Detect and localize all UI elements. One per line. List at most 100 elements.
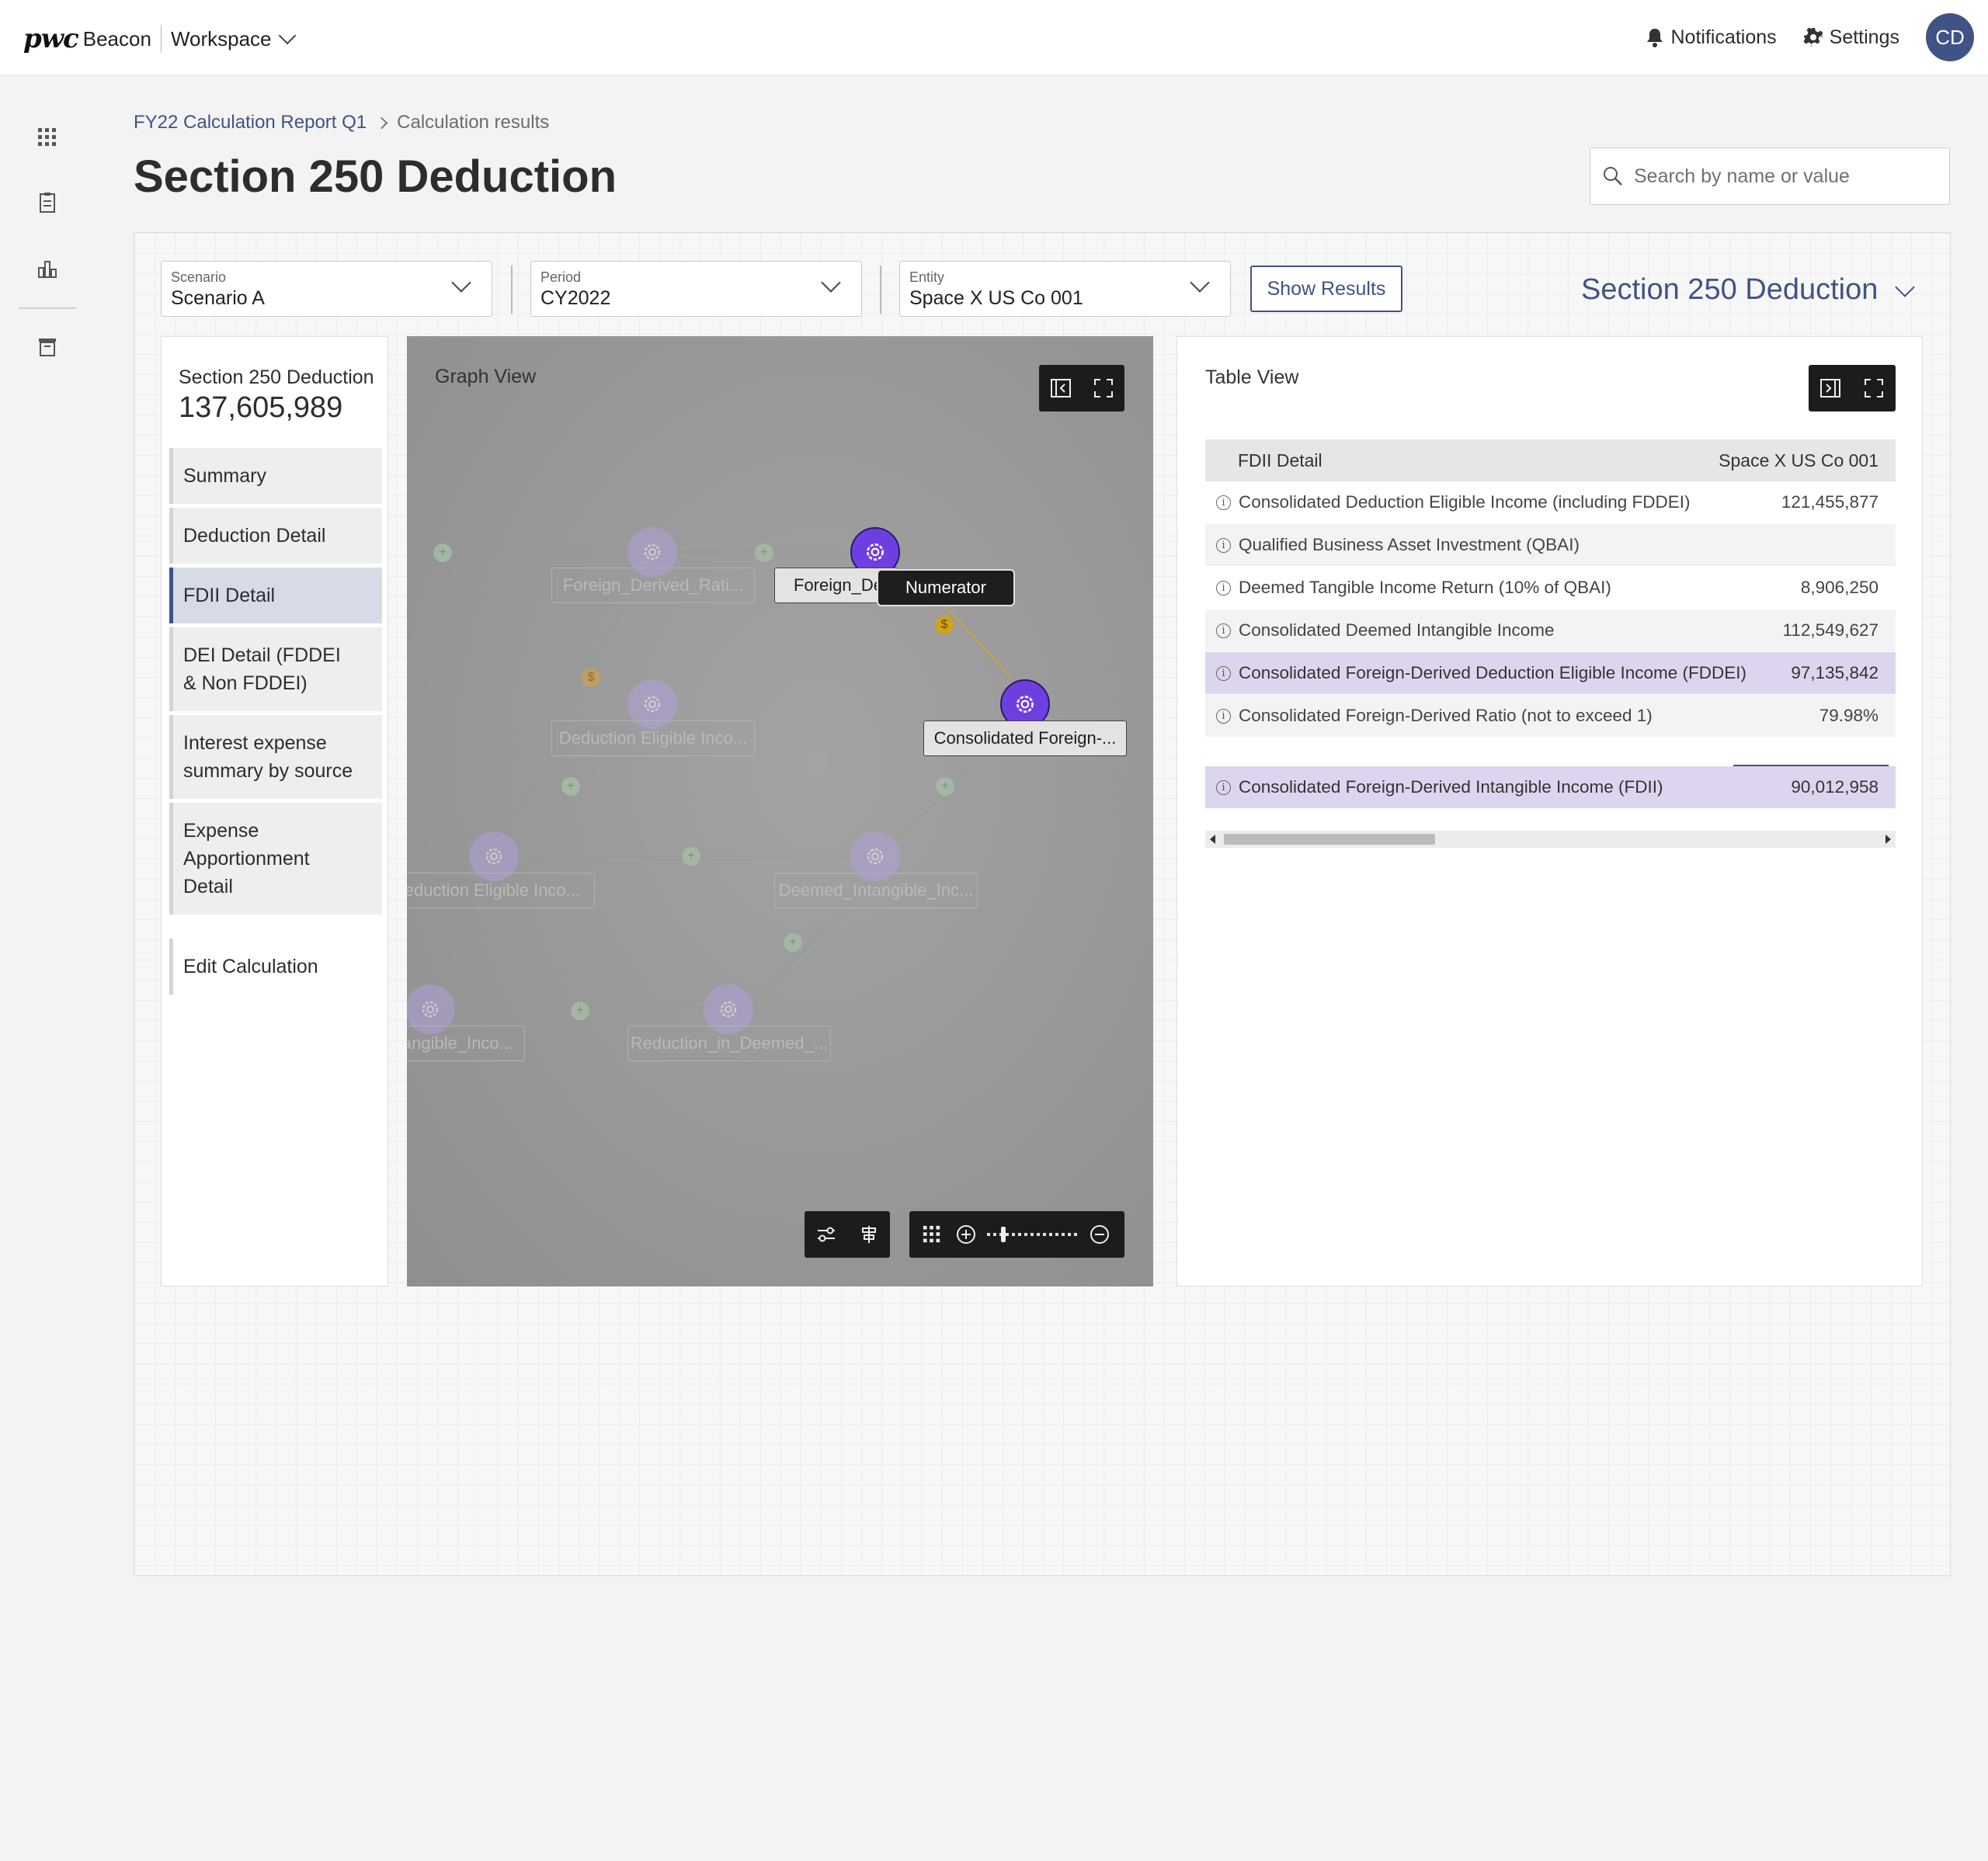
gear-icon <box>1803 27 1823 47</box>
graph-connector[interactable]: + <box>433 543 452 562</box>
graph-view-title: Graph View <box>435 366 537 387</box>
info-icon[interactable]: i <box>1216 708 1231 724</box>
collapse-panel-icon[interactable] <box>1817 375 1844 401</box>
table-row[interactable]: i Consolidated Deemed Intangible Income 1… <box>1205 609 1896 651</box>
table-header-entity: Space X US Co 001 <box>1719 450 1879 470</box>
collapse-panel-icon[interactable] <box>1048 375 1074 401</box>
graph-node-label[interactable]: Reduction_in_Deemed_... <box>627 1026 831 1061</box>
zoom-out-icon[interactable] <box>1086 1221 1113 1248</box>
gear-icon <box>867 848 884 865</box>
nav-item-expense-apportionment[interactable]: Expense Apportionment Detail <box>169 803 382 915</box>
breadcrumb-parent[interactable]: FY22 Calculation Report Q1 <box>134 112 367 134</box>
graph-connector[interactable]: + <box>936 777 954 796</box>
table-row[interactable]: i Qualified Business Asset Investment (QB… <box>1205 524 1896 566</box>
row-label: Consolidated Foreign-Derived Intangible … <box>1239 777 1663 797</box>
info-icon[interactable]: i <box>1216 665 1231 681</box>
row-label: Consolidated Deduction Eligible Income (… <box>1239 492 1691 512</box>
graph-node-label[interactable]: Foreign_Derived_Rati... <box>551 568 755 603</box>
table-row[interactable]: i Consolidated Deduction Eligible Income … <box>1205 481 1896 523</box>
row-value: 121,455,877 <box>1781 492 1879 512</box>
graph-node-label[interactable]: Deduction Eligible Inco... <box>407 873 595 908</box>
app-logo[interactable]: pwc Beacon Workspace <box>23 23 296 54</box>
graph-connector-numerator[interactable]: $ <box>935 616 954 634</box>
graph-node-label[interactable]: Deemed_Intangible_Inc... <box>774 873 978 908</box>
expand-icon[interactable] <box>1090 375 1117 401</box>
gear-icon <box>644 696 661 713</box>
nav-item-interest-expense[interactable]: Interest expense summary by source <box>169 715 382 799</box>
gear-icon <box>422 1001 439 1018</box>
nav-item-label: Summary <box>183 465 266 487</box>
search-box[interactable] <box>1590 148 1950 205</box>
chevron-right-icon <box>375 116 388 129</box>
period-select[interactable]: Period CY2022 <box>530 261 862 317</box>
product-name: Beacon <box>82 26 151 50</box>
graph-view-panel[interactable]: Graph View + + $ + + + + + $ Foreign_Der… <box>407 336 1153 1286</box>
scrollbar-thumb[interactable] <box>1224 834 1435 845</box>
table-view-panel: Table View FDII Detail Space X US Co 001… <box>1176 336 1923 1286</box>
nav-item-deduction-detail[interactable]: Deduction Detail <box>169 508 382 564</box>
horizontal-scrollbar[interactable] <box>1205 831 1896 848</box>
info-icon[interactable]: i <box>1216 537 1231 553</box>
filter-divider <box>511 266 513 314</box>
gear-icon <box>867 543 884 561</box>
gear-icon <box>1017 696 1034 713</box>
zoom-in-icon[interactable] <box>953 1221 979 1248</box>
info-icon[interactable]: i <box>1216 623 1231 638</box>
nav-item-fdii-detail[interactable]: FDII Detail <box>169 568 382 623</box>
table-view-title: Table View <box>1205 366 1299 388</box>
graph-connector[interactable]: + <box>784 933 802 952</box>
graph-connector[interactable]: + <box>561 777 580 796</box>
logo-divider <box>160 25 162 53</box>
graph-node-label[interactable]: Deduction Eligible Inco... <box>551 720 755 756</box>
graph-connector[interactable]: + <box>571 1002 589 1020</box>
filter-divider <box>880 266 881 314</box>
entity-select[interactable]: Entity Space X US Co 001 <box>899 261 1231 317</box>
expand-icon[interactable] <box>1861 375 1887 401</box>
user-avatar[interactable]: CD <box>1926 13 1974 61</box>
graph-node-label[interactable]: angible_Inco... <box>407 1026 525 1061</box>
report-icon[interactable] <box>36 191 59 214</box>
zoom-slider[interactable] <box>987 1227 1079 1242</box>
table-row-highlighted[interactable]: i Consolidated Foreign-Derived Deduction … <box>1205 652 1896 694</box>
show-results-button[interactable]: Show Results <box>1250 266 1402 312</box>
nav-item-dei-detail[interactable]: DEI Detail (FDDEI & Non FDDEI) <box>169 627 382 711</box>
list-icon[interactable] <box>856 1221 882 1248</box>
graph-connector[interactable]: $ <box>582 668 600 687</box>
row-label: Deemed Tangible Income Return (10% of QB… <box>1239 578 1611 597</box>
settings-button[interactable]: Settings <box>1803 26 1899 49</box>
brand-logo: pwc <box>23 23 79 54</box>
scroll-left-icon[interactable] <box>1210 835 1215 844</box>
calculation-select[interactable]: Section 250 Deduction <box>1581 273 1916 307</box>
search-input[interactable] <box>1634 165 1929 188</box>
table-row-total[interactable]: i Consolidated Foreign-Derived Intangible… <box>1205 766 1896 808</box>
search-icon <box>1604 167 1622 186</box>
table-row[interactable]: i Consolidated Foreign-Derived Ratio (not… <box>1205 695 1896 737</box>
graph-connector[interactable]: + <box>682 847 700 866</box>
info-icon[interactable]: i <box>1216 580 1231 595</box>
entity-value: Space X US Co 001 <box>909 287 1083 309</box>
graph-node-label-active[interactable]: Consolidated Foreign-... <box>923 720 1127 756</box>
nav-item-edit-calculation[interactable]: Edit Calculation <box>169 939 382 995</box>
table-header-label: FDII Detail <box>1238 450 1322 470</box>
bell-icon <box>1647 29 1663 47</box>
rail-divider <box>19 307 76 309</box>
graph-filter-toolbar <box>805 1211 890 1258</box>
chart-icon[interactable] <box>36 257 59 280</box>
nav-item-summary[interactable]: Summary <box>169 448 382 504</box>
table-header: FDII Detail Space X US Co 001 <box>1205 439 1896 481</box>
apps-grid-icon[interactable] <box>36 126 59 149</box>
archive-icon[interactable] <box>36 335 59 359</box>
table-row[interactable]: i Deemed Tangible Income Return (10% of Q… <box>1205 567 1896 609</box>
edge-tooltip: Numerator <box>877 569 1015 606</box>
notifications-button[interactable]: Notifications <box>1646 26 1777 49</box>
apps-grid-icon[interactable] <box>919 1221 945 1248</box>
workspace-switcher[interactable]: Workspace <box>171 27 296 51</box>
nav-panel-total: 137,605,989 <box>179 391 343 424</box>
scenario-select[interactable]: Scenario Scenario A <box>161 261 492 317</box>
zoom-slider-thumb[interactable] <box>1001 1227 1006 1242</box>
filter-icon[interactable] <box>813 1221 839 1248</box>
info-icon[interactable]: i <box>1216 495 1231 510</box>
graph-connector[interactable]: + <box>755 543 773 562</box>
info-icon[interactable]: i <box>1216 779 1231 795</box>
scroll-right-icon[interactable] <box>1885 835 1891 844</box>
